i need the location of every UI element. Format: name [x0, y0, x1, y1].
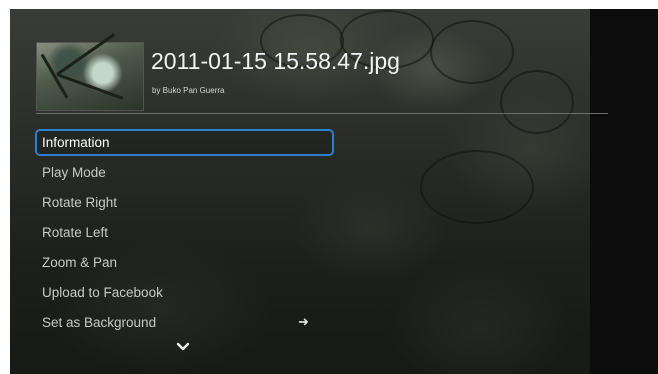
menu-item-play-mode[interactable]: Play Mode: [35, 159, 335, 189]
menu-item-label: Rotate Left: [42, 225, 109, 240]
background-pattern: [430, 20, 514, 84]
background-side-panel: [590, 9, 658, 374]
menu-item-rotate-right[interactable]: Rotate Right: [35, 189, 335, 219]
right-arrow-icon[interactable]: ➜: [298, 314, 309, 330]
menu-item-label: Zoom & Pan: [42, 255, 118, 270]
menu-item-label: Rotate Right: [42, 195, 118, 210]
menu-item-information[interactable]: Information: [35, 129, 334, 156]
menu-item-set-background[interactable]: Set as Background: [35, 309, 335, 339]
background-pattern: [420, 150, 534, 224]
background-pattern: [500, 70, 574, 134]
options-menu: Information Play Mode Rotate Right Rotat…: [35, 129, 335, 339]
menu-item-label: Set as Background: [42, 315, 157, 330]
file-title: 2011-01-15 15.58.47.jpg: [151, 48, 400, 74]
menu-item-label: Upload to Facebook: [42, 285, 163, 300]
menu-item-label: Play Mode: [42, 165, 106, 180]
menu-item-rotate-left[interactable]: Rotate Left: [35, 219, 335, 249]
header-divider: [36, 113, 608, 114]
chevron-down-icon[interactable]: [176, 340, 190, 354]
author-byline: by Buko Pan Guerra: [152, 86, 225, 95]
menu-item-zoom-pan[interactable]: Zoom & Pan: [35, 249, 335, 279]
menu-item-label: Information: [42, 135, 110, 150]
menu-item-upload-facebook[interactable]: Upload to Facebook: [35, 279, 335, 309]
photo-thumbnail: [36, 33, 144, 111]
